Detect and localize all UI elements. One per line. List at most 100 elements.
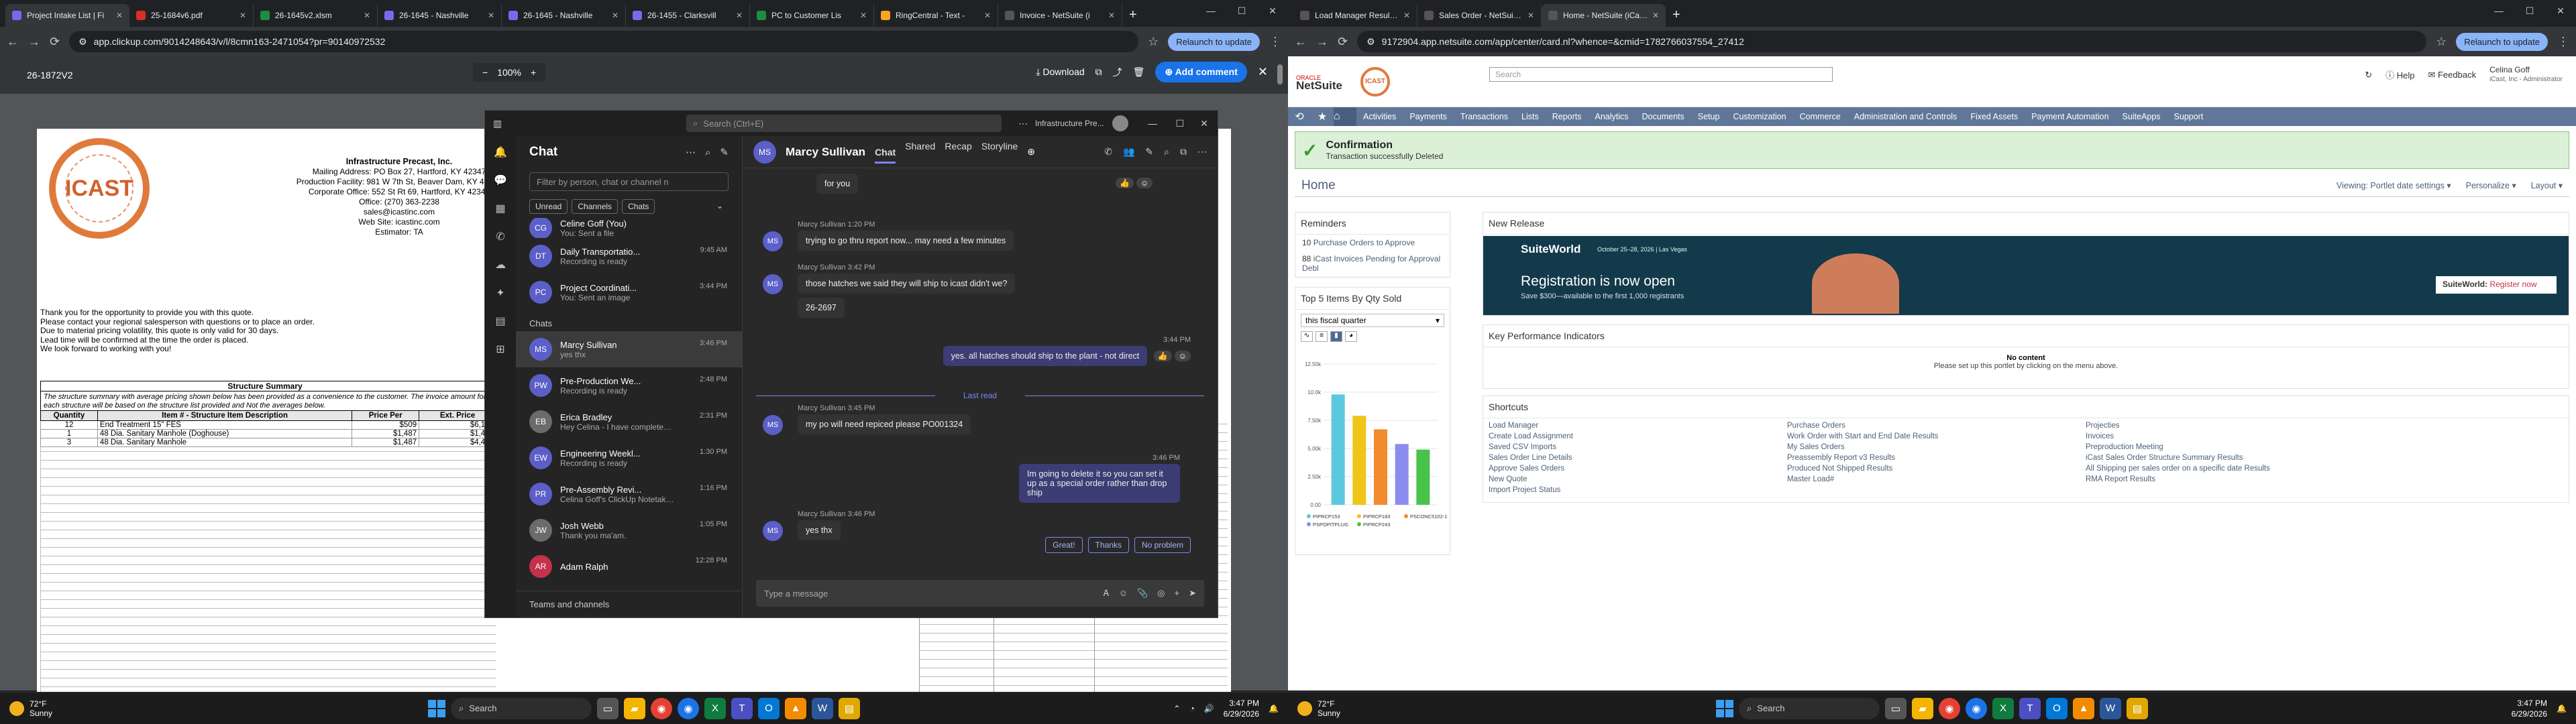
browser-tab[interactable]: Sales Order - NetSuite (iCast, Inc ✕ <box>1417 4 1542 27</box>
browser-tab[interactable]: 26-1645v2.xlsm ✕ <box>254 4 378 27</box>
legend-label[interactable]: PIPRCP153 <box>1313 514 1340 520</box>
app-icon[interactable]: ▲ <box>2073 697 2094 719</box>
like-reaction[interactable]: 👍 <box>1116 178 1134 188</box>
chat-list-item[interactable]: AR Adam Ralph 12:28 PM <box>516 548 742 585</box>
tab-close-icon[interactable]: ✕ <box>736 11 743 20</box>
add-comment-button[interactable]: ⊕ Add comment <box>1155 62 1247 82</box>
close-icon[interactable]: ✕ <box>1257 0 1288 21</box>
emoji-icon[interactable]: ☺ <box>1119 588 1128 599</box>
list-icon[interactable]: ≡ <box>1316 331 1328 342</box>
bar-pspopitplug[interactable] <box>1395 444 1409 505</box>
tab-storyline[interactable]: Storyline <box>981 141 1018 164</box>
maximize-icon[interactable]: ☐ <box>1175 118 1184 129</box>
tab-recap[interactable]: Recap <box>945 141 971 164</box>
bar-piprcp243[interactable] <box>1416 449 1430 505</box>
sticky-notes-icon[interactable]: ▤ <box>2127 697 2148 719</box>
browser-tab[interactable]: 25-1684v6.pdf ✕ <box>129 4 254 27</box>
back-icon[interactable]: ← <box>7 35 19 49</box>
url-field[interactable]: ⚙ 9172904.app.netsuite.com/app/center/car… <box>1357 31 2427 52</box>
portlet-date-settings[interactable]: Viewing: Portlet date settings ▾ <box>2337 180 2451 190</box>
weather-widget[interactable]: 72°F Sunny <box>0 699 201 718</box>
new-tab-button[interactable]: + <box>1666 4 1687 27</box>
shortcut-link[interactable]: Preassembly Report v3 Results <box>1787 452 1895 463</box>
nav-item[interactable]: Activities <box>1356 112 1403 121</box>
more-icon[interactable]: ⋯ <box>686 147 696 158</box>
chat-list-item[interactable]: PW Pre-Production We... Recording is ready… <box>516 367 742 404</box>
browser-tab[interactable]: 26-1645 - Nashville ✕ <box>502 4 626 27</box>
shortcut-link[interactable]: Load Manager <box>1489 420 1538 431</box>
bar-piprcp153[interactable] <box>1331 394 1345 505</box>
suggested-reply[interactable]: Great! <box>1045 537 1083 553</box>
browser-tab[interactable]: 26-1455 - Clarksvill ✕ <box>626 4 750 27</box>
shortcut-link[interactable]: New Quote <box>1489 474 1527 485</box>
chat-list-item[interactable]: DT Daily Transportatio... Recording is rea… <box>516 238 742 274</box>
chat-list-item[interactable]: PR Pre-Assembly Revi... Celina Goff's Clic… <box>516 476 742 512</box>
chat-list-item[interactable]: EW Engineering Weekl... Recording is ready… <box>516 440 742 476</box>
line-chart-icon[interactable]: ∿ <box>1301 331 1313 342</box>
site-info-icon[interactable]: ⚙ <box>1366 36 1375 48</box>
new-chat-icon[interactable]: ✎ <box>720 147 729 158</box>
nav-item[interactable]: Setup <box>1691 112 1727 121</box>
menu-icon[interactable]: ⋮ <box>1269 35 1281 49</box>
sidebar-toggle-icon[interactable]: ▥ <box>493 118 502 129</box>
chevron-down-icon[interactable]: ⌄ <box>711 199 729 214</box>
nav-item[interactable]: Support <box>2167 112 2210 121</box>
user-menu[interactable]: Celina Goff iCast, Inc - Administrator <box>2489 66 2563 84</box>
add-reaction[interactable]: ☺ <box>1136 178 1153 188</box>
browser-tab[interactable]: Load Manager Results - NetSu ✕ <box>1293 4 1417 27</box>
nav-item[interactable]: Customization <box>1726 112 1792 121</box>
chat-list-item[interactable]: JW Josh Webb Thank you ma'am. 1:05 PM <box>516 512 742 548</box>
like-reaction[interactable]: 👍 <box>1153 351 1172 361</box>
chats-section-label[interactable]: Chats <box>516 310 742 331</box>
nav-item[interactable]: Transactions <box>1454 112 1515 121</box>
taskbar-search[interactable]: ⌕ Search <box>451 697 592 719</box>
bar-psconc5102-1[interactable] <box>1374 429 1387 505</box>
browser-tab[interactable]: Home - NetSuite (iCast, Inc) ✕ <box>1542 4 1666 27</box>
site-info-icon[interactable]: ⚙ <box>78 36 87 48</box>
browser-tab[interactable]: Invoice - NetSuite (i ✕ <box>998 4 1122 27</box>
zoom-in-icon[interactable]: + <box>531 67 536 78</box>
nav-item[interactable]: Documents <box>1635 112 1691 121</box>
notifications-icon[interactable]: 🔔 <box>2557 704 2567 713</box>
pie-chart-icon[interactable]: ◕ <box>1345 331 1357 342</box>
minimize-icon[interactable]: — <box>1195 0 1226 21</box>
shortcut-link[interactable]: Projecties <box>2086 420 2120 431</box>
tab-close-icon[interactable]: ✕ <box>116 11 123 20</box>
reminder-item[interactable]: 10 Purchase Orders to Approve <box>1295 235 1450 251</box>
chat-filter-input[interactable]: Filter by person, chat or channel n <box>529 172 729 191</box>
onedrive-icon[interactable]: ☁ <box>495 258 506 272</box>
message-compose-box[interactable]: Type a message Ꭺ ☺ 📎 ◎ + ➤ <box>756 580 1204 607</box>
nav-item[interactable]: Fixed Assets <box>1964 112 2025 121</box>
send-icon[interactable]: ➤ <box>1189 588 1196 599</box>
plus-icon[interactable]: + <box>1175 588 1180 599</box>
personalize-menu[interactable]: Personalize ▾ <box>2466 180 2516 190</box>
edit-icon[interactable]: ✎ <box>1145 146 1153 158</box>
shortcut-link[interactable]: Approve Sales Orders <box>1489 463 1564 474</box>
loop-icon[interactable]: ◎ <box>1157 588 1165 599</box>
tab-close-icon[interactable]: ✕ <box>488 11 494 20</box>
minimize-icon[interactable]: — <box>1148 118 1157 129</box>
reminder-item[interactable]: 88 iCast Invoices Pending for Approval D… <box>1295 251 1450 276</box>
layout-menu[interactable]: Layout ▾ <box>2531 180 2563 190</box>
notifications-icon[interactable]: 🔔 <box>1269 704 1279 713</box>
call-icon[interactable]: ✆ <box>1104 146 1112 158</box>
teams-and-channels[interactable]: Teams and channels <box>516 591 742 617</box>
chat-list-item[interactable]: EB Erica Bradley Hey Celina - I have compl… <box>516 404 742 440</box>
shortcut-link[interactable]: Purchase Orders <box>1787 420 1845 431</box>
chat-list-item[interactable]: PC Project Coordinati... You: Sent an imag… <box>516 274 742 310</box>
legend-label[interactable]: PIPRCP183 <box>1363 514 1390 520</box>
excel-icon[interactable]: X <box>704 697 726 719</box>
files-icon[interactable]: ▤ <box>495 314 505 328</box>
close-pdf-icon[interactable]: ✕ <box>1258 65 1268 79</box>
calls-icon[interactable]: ✆ <box>496 230 504 243</box>
favorites-icon[interactable]: ★ <box>1311 110 1334 123</box>
chrome-profile-icon[interactable]: ◉ <box>1966 697 1987 719</box>
search-icon[interactable]: ⌕ <box>705 147 710 158</box>
message-bubble[interactable]: trying to go thru report now... may need… <box>798 231 1014 251</box>
tab-close-icon[interactable]: ✕ <box>612 11 619 20</box>
format-icon[interactable]: Ꭺ <box>1104 588 1110 599</box>
tab-close-icon[interactable]: ✕ <box>1108 11 1115 20</box>
more-icon[interactable]: ⋯ <box>1018 118 1028 129</box>
nav-item[interactable]: Commerce <box>1793 112 1847 121</box>
legend-label[interactable]: PIPRCP243 <box>1363 522 1390 528</box>
